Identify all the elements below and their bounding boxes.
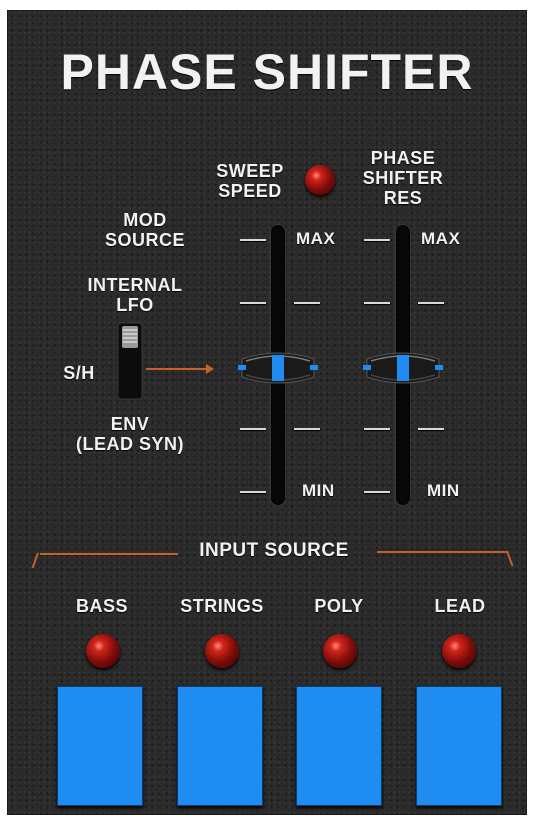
res-tick-right	[418, 428, 444, 430]
sweep-max-label: MAX	[296, 229, 336, 248]
sweep-tick-right	[294, 302, 320, 304]
phase-shifter-res-label: PHASE SHIFTER RES	[362, 148, 444, 208]
sweep-tick-left	[240, 302, 266, 304]
mod-source-switch[interactable]	[117, 322, 143, 400]
res-tick-left	[364, 302, 390, 304]
phase-shifter-res-slider-handle[interactable]	[363, 345, 443, 391]
bass-label: BASS	[75, 596, 128, 616]
res-tick-min-left	[364, 491, 390, 493]
lead-button[interactable]	[416, 686, 502, 806]
sweep-speed-slider-handle[interactable]	[238, 345, 318, 391]
sweep-speed-label: SWEEP SPEED	[216, 161, 284, 201]
strings-button[interactable]	[177, 686, 263, 806]
input-source-heading: INPUT SOURCE	[199, 540, 349, 561]
rate-led-icon	[305, 165, 335, 195]
res-tick-max-left	[364, 239, 390, 241]
mod-source-option-sh: S/H	[63, 363, 95, 383]
lead-label: LEAD	[434, 596, 486, 616]
divider-right-line	[377, 551, 507, 553]
bass-button[interactable]	[57, 686, 143, 806]
sweep-tick-right	[294, 428, 320, 430]
mod-arrow-icon	[146, 362, 214, 376]
res-tick-right	[418, 302, 444, 304]
mod-source-option-env: ENV (LEAD SYN)	[76, 414, 184, 454]
sweep-tick-max-left	[240, 239, 266, 241]
strings-label: STRINGS	[180, 596, 264, 616]
poly-led-icon	[323, 634, 357, 668]
sweep-min-label: MIN	[302, 481, 335, 500]
res-min-label: MIN	[427, 481, 460, 500]
strings-led-icon	[205, 634, 239, 668]
switch-body	[117, 322, 143, 400]
bass-led-icon	[86, 634, 120, 668]
lead-led-icon	[442, 634, 476, 668]
sweep-tick-min-left	[240, 491, 266, 493]
panel-title: PHASE SHIFTER	[60, 44, 474, 100]
poly-button[interactable]	[296, 686, 382, 806]
res-tick-left	[364, 428, 390, 430]
poly-label: POLY	[314, 596, 364, 616]
mod-source-option-internal-lfo: INTERNAL LFO	[87, 275, 183, 315]
mod-source-label: MOD SOURCE	[104, 210, 185, 250]
sweep-tick-left	[240, 428, 266, 430]
divider-left-line	[40, 553, 178, 555]
res-max-label: MAX	[421, 229, 461, 248]
